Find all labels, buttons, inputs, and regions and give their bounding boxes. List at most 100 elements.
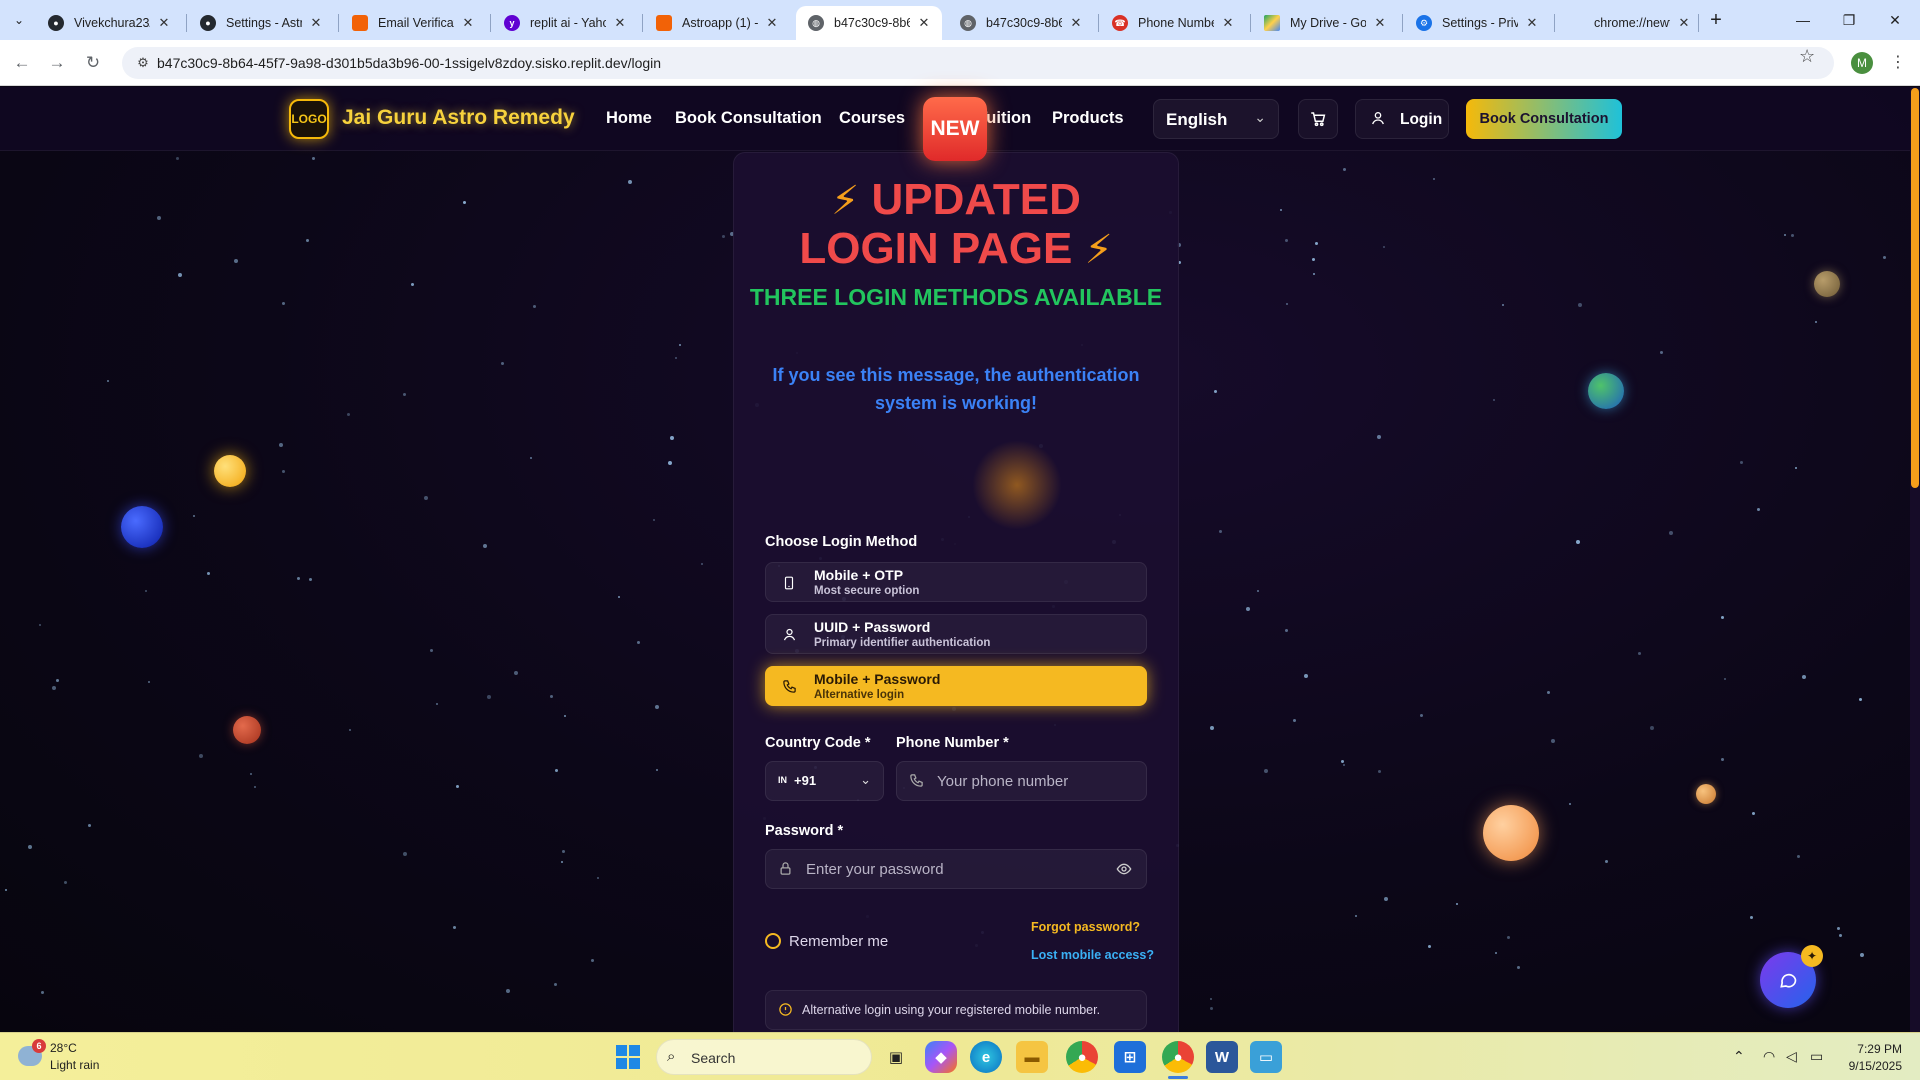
browser-tab[interactable]: ☎ Phone Number... ✕	[1100, 6, 1246, 40]
star-dot	[1286, 303, 1288, 305]
cart-button[interactable]	[1298, 99, 1338, 139]
phone-number-field[interactable]	[896, 761, 1157, 801]
close-icon[interactable]: ✕	[308, 15, 324, 31]
star-dot	[483, 544, 487, 548]
close-icon[interactable]: ✕	[156, 15, 172, 31]
password-field[interactable]	[765, 849, 1147, 889]
close-icon[interactable]: ✕	[1524, 15, 1540, 31]
profile-avatar[interactable]: M	[1851, 52, 1873, 74]
language-select[interactable]: English ⌄	[1153, 99, 1279, 139]
star-dot	[279, 443, 283, 447]
weather-description[interactable]: Light rain	[50, 1058, 99, 1072]
nav-home[interactable]: Home	[606, 109, 652, 128]
show-hidden-icons-chevron-icon[interactable]: ⌃	[1733, 1048, 1745, 1065]
browser-tab-active[interactable]: ◍ b47c30c9-8b6... ✕	[796, 6, 942, 40]
close-icon[interactable]: ✕	[916, 15, 932, 31]
word-icon[interactable]: W	[1206, 1041, 1238, 1073]
wifi-icon[interactable]: ◠	[1763, 1048, 1775, 1065]
microsoft-store-icon[interactable]: ⊞	[1114, 1041, 1146, 1073]
close-icon[interactable]: ✕	[1676, 15, 1692, 31]
remember-me-radio[interactable]	[765, 933, 781, 949]
close-icon[interactable]: ✕	[764, 15, 780, 31]
scrollbar-thumb[interactable]	[1911, 88, 1919, 488]
minimize-icon[interactable]: —	[1780, 0, 1826, 40]
windows-taskbar: 6 28°C Light rain ⌕ Search ▣ ◆ e ▬ ● ⊞ ●…	[0, 1032, 1920, 1080]
forward-arrow-icon[interactable]: →	[45, 51, 69, 75]
star-dot	[1210, 998, 1212, 1000]
close-icon[interactable]: ✕	[612, 15, 628, 31]
decorative-glow	[972, 440, 1062, 530]
file-explorer-icon[interactable]: ▬	[1016, 1041, 1048, 1073]
remote-desktop-icon[interactable]: ▭	[1250, 1041, 1282, 1073]
site-info-icon[interactable]: ⚙	[134, 54, 152, 72]
site-logo[interactable]: LOGO	[289, 99, 329, 139]
windows-start-icon[interactable]	[616, 1045, 640, 1069]
browser-tab[interactable]: chrome://newt... ✕	[1556, 6, 1702, 40]
gear-icon: ⚙	[1416, 15, 1432, 31]
login-method-mobile-password[interactable]: Mobile + Password Alternative login	[765, 666, 1147, 706]
url-text[interactable]: b47c30c9-8b64-45f7-9a98-d301b5da3b96-00-…	[157, 55, 661, 71]
login-method-uuid-password[interactable]: UUID + Password Primary identifier authe…	[765, 614, 1147, 654]
star-dot	[1605, 860, 1608, 863]
restore-icon[interactable]: ❐	[1826, 0, 1872, 40]
star-dot	[618, 596, 620, 598]
country-code-select[interactable]: IN +91 ⌄	[765, 761, 884, 801]
chrome-icon[interactable]: ●	[1066, 1041, 1098, 1073]
lost-mobile-access-link[interactable]: Lost mobile access?	[1031, 948, 1154, 962]
close-icon[interactable]: ✕	[1372, 15, 1388, 31]
browser-tab[interactable]: My Drive - Goo... ✕	[1252, 6, 1398, 40]
star-dot	[250, 773, 252, 775]
edge-icon[interactable]: e	[970, 1041, 1002, 1073]
password-input[interactable]	[806, 850, 1026, 888]
bookmark-star-icon[interactable]: ☆	[1799, 46, 1815, 67]
header-book-consultation-button[interactable]: Book Consultation	[1466, 99, 1622, 139]
tab-divider	[338, 14, 339, 32]
star-dot	[487, 695, 491, 699]
star-dot	[1791, 234, 1794, 237]
brand-name[interactable]: Jai Guru Astro Remedy	[342, 106, 575, 130]
clock-time[interactable]: 7:29 PM	[1854, 1042, 1902, 1056]
clock-date[interactable]: 9/15/2025	[1838, 1059, 1902, 1073]
forgot-password-link[interactable]: Forgot password?	[1031, 920, 1140, 934]
eye-icon[interactable]	[1116, 861, 1132, 877]
volume-icon[interactable]: ◁	[1786, 1048, 1797, 1065]
password-label: Password *	[765, 823, 844, 839]
header-login-button[interactable]: Login	[1355, 99, 1449, 139]
star-dot	[597, 877, 599, 879]
weather-temperature[interactable]: 28°C	[50, 1041, 77, 1055]
nav-courses[interactable]: Courses	[839, 109, 905, 128]
tab-search-chevron-icon[interactable]: ⌄	[8, 9, 30, 31]
phone-number-input[interactable]	[937, 762, 1157, 800]
close-icon[interactable]: ✕	[1220, 15, 1236, 31]
battery-icon[interactable]: ▭	[1810, 1048, 1823, 1065]
chrome-profile-icon[interactable]: ●	[1162, 1041, 1194, 1073]
browser-tab[interactable]: Email Verificati... ✕	[340, 6, 486, 40]
task-view-icon[interactable]: ▣	[880, 1041, 912, 1073]
browser-tab[interactable]: ◍ b47c30c9-8b6... ✕	[948, 6, 1094, 40]
browser-menu-icon[interactable]: ⋮	[1890, 52, 1906, 72]
close-icon[interactable]: ✕	[1068, 15, 1084, 31]
browser-tab[interactable]: y replit ai - Yaho... ✕	[492, 6, 638, 40]
remember-me-option[interactable]: Remember me	[765, 931, 915, 951]
tab-title: chrome://newt...	[1594, 16, 1670, 30]
browser-tab[interactable]: ⚙ Settings - Priva... ✕	[1404, 6, 1550, 40]
browser-tab[interactable]: Astroapp (1) - ... ✕	[644, 6, 790, 40]
star-dot	[199, 754, 203, 758]
reload-icon[interactable]: ↻	[81, 51, 105, 75]
star-dot	[403, 852, 407, 856]
taskbar-search[interactable]: ⌕ Search	[656, 1039, 872, 1075]
nav-book-consultation[interactable]: Book Consultation	[675, 109, 822, 128]
nav-products[interactable]: Products	[1052, 109, 1124, 128]
close-icon[interactable]: ✕	[460, 15, 476, 31]
copilot-icon[interactable]: ◆	[925, 1041, 957, 1073]
back-arrow-icon[interactable]: ←	[10, 51, 34, 75]
address-bar[interactable]: ⚙ b47c30c9-8b64-45f7-9a98-d301b5da3b96-0…	[122, 47, 1834, 79]
india-flag-icon: IN	[778, 775, 787, 785]
browser-tab[interactable]: ● Settings - Astr... ✕	[188, 6, 334, 40]
alert-circle-icon	[779, 1003, 792, 1016]
browser-tab[interactable]: ● Vivekchura23/... ✕	[36, 6, 182, 40]
login-method-mobile-otp[interactable]: Mobile + OTP Most secure option	[765, 562, 1147, 602]
new-tab-plus-icon[interactable]: +	[1704, 8, 1728, 32]
star-dot	[1383, 246, 1385, 248]
close-window-icon[interactable]: ✕	[1872, 0, 1918, 40]
